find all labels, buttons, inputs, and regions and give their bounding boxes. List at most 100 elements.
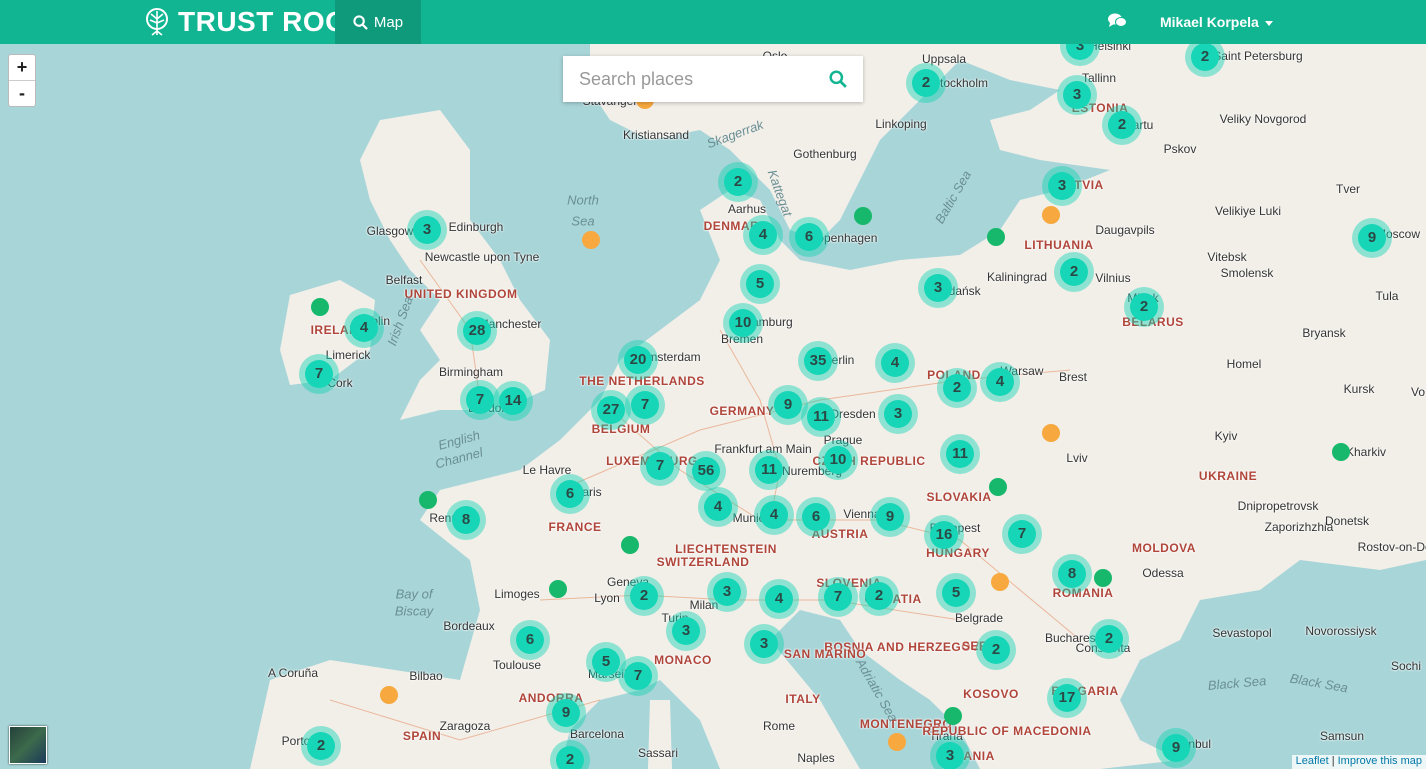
cluster-marker[interactable]: 3 xyxy=(1042,166,1082,206)
cluster-marker[interactable]: 3 xyxy=(918,268,958,308)
cluster-marker[interactable]: 3 xyxy=(1057,75,1097,115)
cluster-marker[interactable]: 9 xyxy=(546,693,586,733)
cluster-marker[interactable]: 4 xyxy=(698,487,738,527)
cluster-marker[interactable]: 2 xyxy=(718,162,758,202)
cluster-marker[interactable]: 4 xyxy=(743,215,783,255)
host-marker-green[interactable] xyxy=(989,478,1007,496)
nav-map-tab[interactable]: Map xyxy=(335,0,421,44)
host-marker-green[interactable] xyxy=(419,491,437,509)
satellite-layer-icon[interactable] xyxy=(9,726,47,764)
cluster-marker[interactable]: 2 xyxy=(937,368,977,408)
user-menu[interactable]: Mikael Korpela xyxy=(1160,14,1273,30)
cluster-count: 11 xyxy=(807,403,835,431)
cluster-marker[interactable]: 5 xyxy=(740,264,780,304)
cluster-marker[interactable]: 56 xyxy=(686,451,726,491)
host-marker-orange[interactable] xyxy=(1042,424,1060,442)
cluster-marker[interactable]: 7 xyxy=(818,577,858,617)
cluster-marker[interactable]: 2 xyxy=(906,63,946,103)
host-marker-green[interactable] xyxy=(854,207,872,225)
cluster-marker[interactable]: 28 xyxy=(457,311,497,351)
cluster-marker[interactable]: 11 xyxy=(749,450,789,490)
search-icon[interactable] xyxy=(829,70,847,88)
zoom-out-button[interactable]: - xyxy=(9,80,35,106)
cluster-marker[interactable]: 17 xyxy=(1047,678,1087,718)
cluster-marker[interactable]: 3 xyxy=(707,572,747,612)
host-marker-green[interactable] xyxy=(944,707,962,725)
cluster-marker[interactable]: 10 xyxy=(818,440,858,480)
cluster-marker[interactable]: 9 xyxy=(1352,218,1392,258)
host-marker-green[interactable] xyxy=(311,298,329,316)
chat-icon[interactable] xyxy=(1107,12,1127,30)
host-marker-orange[interactable] xyxy=(888,733,906,751)
cluster-count: 2 xyxy=(1095,625,1123,653)
host-marker-orange[interactable] xyxy=(1042,206,1060,224)
cluster-marker[interactable]: 7 xyxy=(618,656,658,696)
cluster-marker[interactable]: 7 xyxy=(1002,514,1042,554)
city-label: Birmingham xyxy=(438,365,504,379)
cluster-count: 11 xyxy=(946,440,974,468)
cluster-count: 7 xyxy=(624,662,652,690)
cluster-marker[interactable]: 6 xyxy=(789,217,829,257)
city-label: Zaporizhzhia xyxy=(1264,520,1334,534)
host-marker-orange[interactable] xyxy=(380,686,398,704)
cluster-marker[interactable]: 10 xyxy=(723,303,763,343)
cluster-count: 7 xyxy=(466,386,494,414)
cluster-marker[interactable]: 2 xyxy=(301,726,341,766)
cluster-marker[interactable]: 9 xyxy=(870,497,910,537)
city-label: Bryansk xyxy=(1302,326,1346,340)
cluster-marker[interactable]: 4 xyxy=(754,495,794,535)
cluster-marker[interactable]: 2 xyxy=(1102,105,1142,145)
cluster-marker[interactable]: 4 xyxy=(759,579,799,619)
cluster-marker[interactable]: 8 xyxy=(446,500,486,540)
cluster-marker[interactable]: 11 xyxy=(940,434,980,474)
cluster-marker[interactable]: 4 xyxy=(344,308,384,348)
host-marker-green[interactable] xyxy=(1094,569,1112,587)
cluster-marker[interactable]: 2 xyxy=(859,576,899,616)
cluster-marker[interactable]: 2 xyxy=(1054,252,1094,292)
cluster-marker[interactable]: 7 xyxy=(299,354,339,394)
cluster-marker[interactable]: 5 xyxy=(936,573,976,613)
cluster-marker[interactable]: 16 xyxy=(924,515,964,555)
cluster-count: 3 xyxy=(713,578,741,606)
host-marker-green[interactable] xyxy=(1332,443,1350,461)
zoom-control: + - xyxy=(8,54,36,107)
cluster-marker[interactable]: 3 xyxy=(407,210,447,250)
cluster-marker[interactable]: 2 xyxy=(1089,619,1129,659)
cluster-marker[interactable]: 4 xyxy=(875,343,915,383)
city-label: Samsun xyxy=(1319,729,1365,743)
cluster-marker[interactable]: 3 xyxy=(666,611,706,651)
cluster-count: 28 xyxy=(463,317,491,345)
cluster-marker[interactable]: 9 xyxy=(1156,728,1196,768)
cluster-marker[interactable]: 3 xyxy=(744,624,784,664)
cluster-marker[interactable]: 2 xyxy=(624,576,664,616)
cluster-marker[interactable]: 11 xyxy=(801,397,841,437)
map-canvas[interactable]: Helsinki Saint Petersburg Tallinn Tartu Veli… xyxy=(0,0,1426,769)
zoom-in-button[interactable]: + xyxy=(9,55,35,80)
host-marker-orange[interactable] xyxy=(582,231,600,249)
cluster-marker[interactable]: 7 xyxy=(640,446,680,486)
cluster-marker[interactable]: 2 xyxy=(1124,287,1164,327)
cluster-marker[interactable]: 3 xyxy=(878,394,918,434)
city-label: Zaragoza xyxy=(439,719,491,733)
cluster-marker[interactable]: 6 xyxy=(796,497,836,537)
cluster-marker[interactable]: 35 xyxy=(798,341,838,381)
cluster-marker[interactable]: 6 xyxy=(550,474,590,514)
cluster-marker[interactable]: 8 xyxy=(1052,554,1092,594)
cluster-marker[interactable]: 2 xyxy=(976,630,1016,670)
leaflet-link[interactable]: Leaflet xyxy=(1296,755,1329,767)
host-marker-green[interactable] xyxy=(549,580,567,598)
cluster-marker[interactable]: 7 xyxy=(460,380,500,420)
host-marker-green[interactable] xyxy=(621,536,639,554)
country-label: MONACO xyxy=(654,653,712,667)
cluster-marker[interactable]: 6 xyxy=(510,620,550,660)
improve-map-link[interactable]: Improve this map xyxy=(1338,755,1422,767)
cluster-count: 5 xyxy=(942,579,970,607)
host-marker-green[interactable] xyxy=(987,228,1005,246)
cluster-marker[interactable]: 4 xyxy=(980,362,1020,402)
search-input[interactable] xyxy=(563,56,813,102)
cluster-marker[interactable]: 7 xyxy=(625,385,665,425)
cluster-marker[interactable]: 20 xyxy=(618,340,658,380)
cluster-marker[interactable]: 3 xyxy=(930,736,970,769)
city-label: Brest xyxy=(1058,370,1088,384)
host-marker-orange[interactable] xyxy=(991,573,1009,591)
